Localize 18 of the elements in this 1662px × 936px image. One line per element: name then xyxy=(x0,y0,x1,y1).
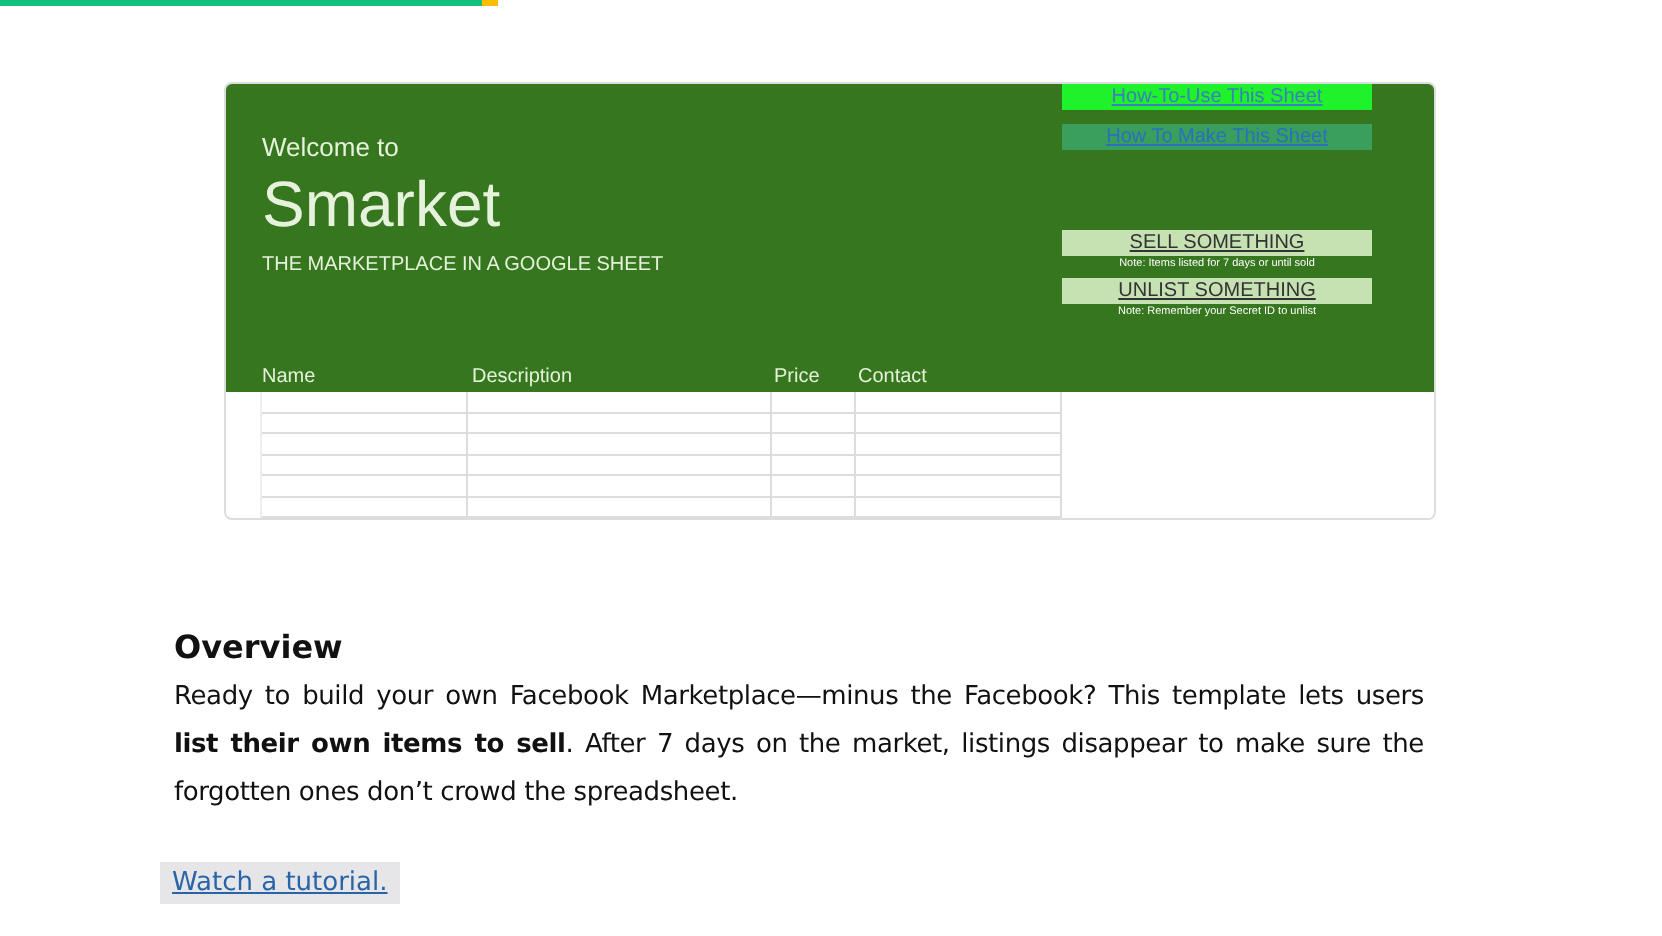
column-header: Name xyxy=(262,366,316,388)
action-button[interactable]: UNLIST SOMETHING xyxy=(1062,278,1372,304)
column-header: Description xyxy=(472,366,573,388)
welcome-text: Welcome to xyxy=(262,132,401,162)
action-button[interactable]: SELL SOMETHING xyxy=(1062,230,1372,256)
table-cell xyxy=(772,434,856,455)
table-cell xyxy=(772,455,856,476)
overview-paragraph: Ready to build your own Facebook Marketplace—minus the Facebook? This template lets users list their own items to sell. After 7 days on the market, listings disappear to make sure the forgotten ones don’t crowd the spreadsheet. xyxy=(174,680,1424,812)
table-cell xyxy=(772,476,856,497)
column-header: Price xyxy=(774,366,820,388)
guide-button[interactable]: How-To-Use This Sheet xyxy=(1062,84,1372,110)
overview-heading: Overview xyxy=(174,628,345,666)
sheet-title: Smarket xyxy=(262,166,503,242)
tutorial-link[interactable]: Watch a tutorial. xyxy=(160,862,400,904)
table-cell xyxy=(772,413,856,434)
column-header: Contact xyxy=(858,366,927,388)
sheet-subtitle: THE MARKETPLACE IN A GOOGLE SHEET xyxy=(262,254,666,276)
table-cell xyxy=(772,392,856,413)
